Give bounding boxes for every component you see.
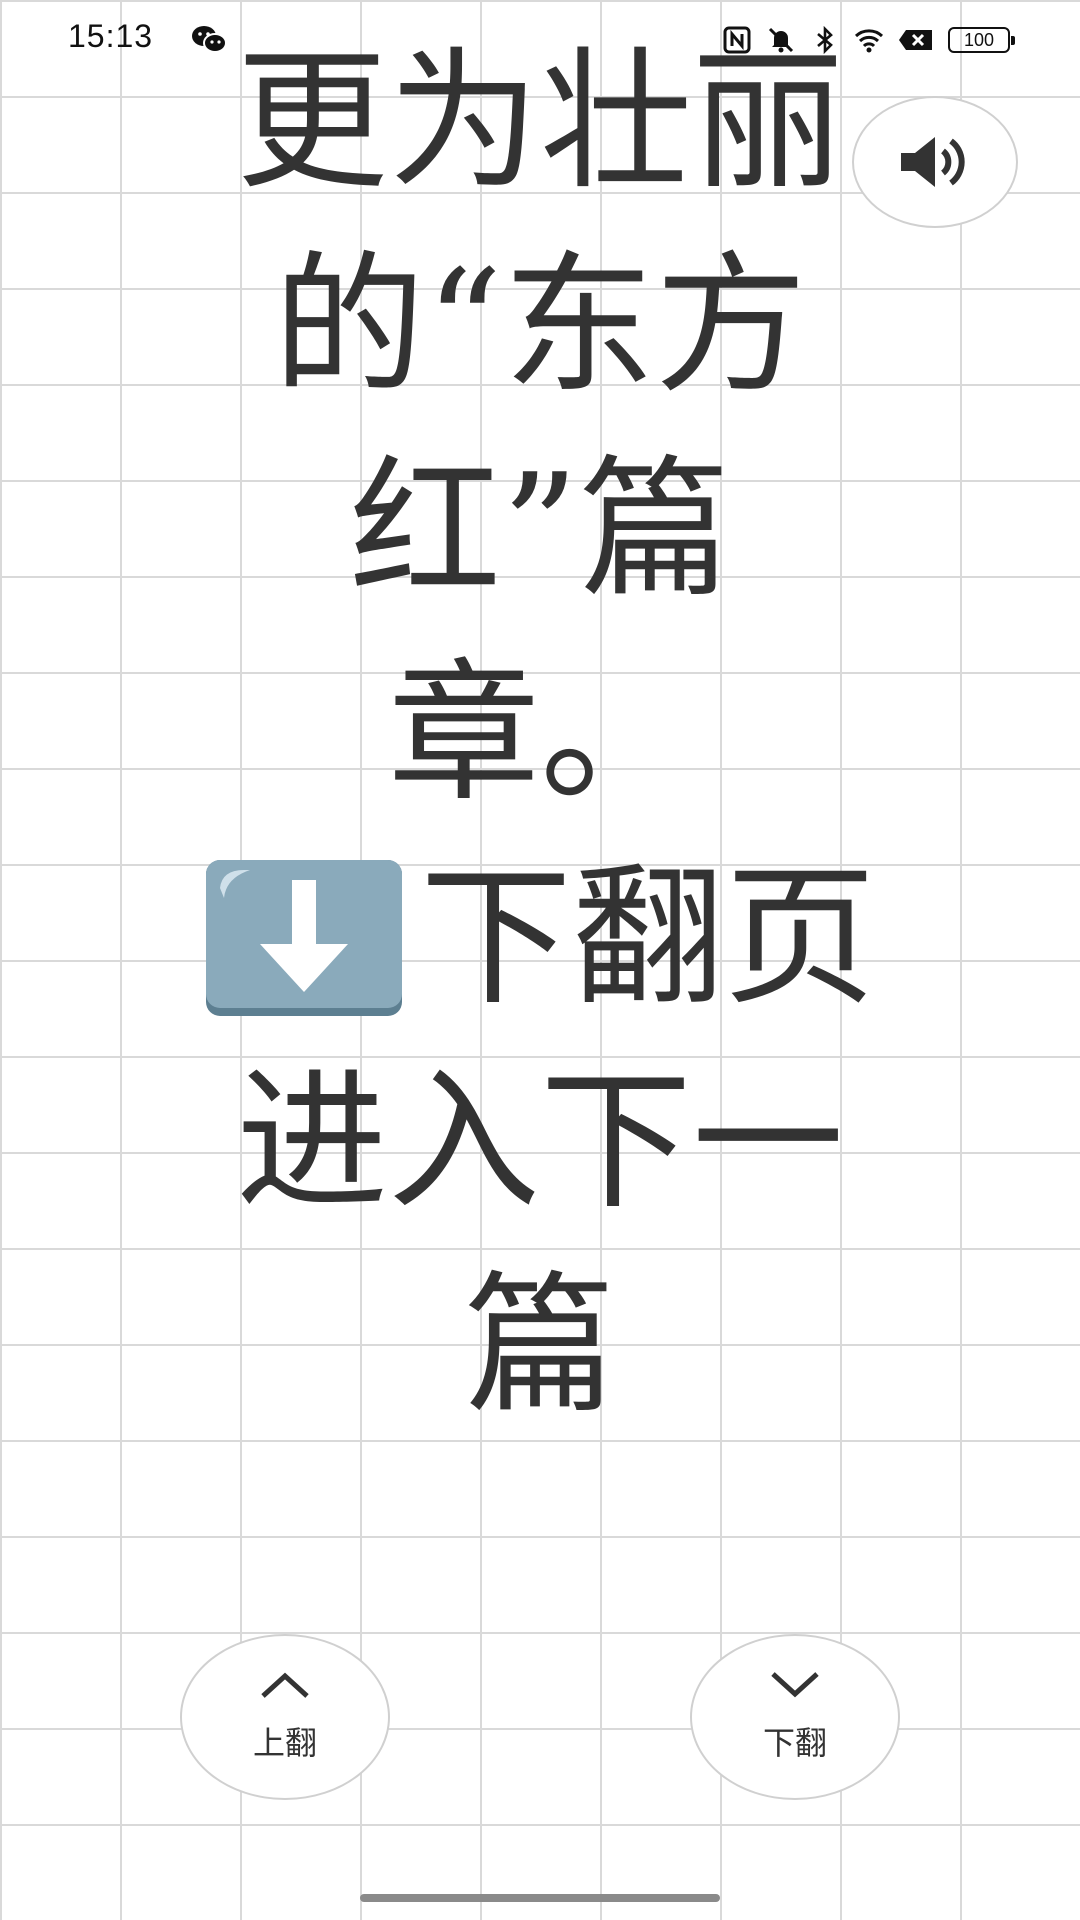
reading-content: 更为壮丽 的“东方 红”篇 章。 下翻页 进入下一 篇 xyxy=(170,20,910,1448)
battery-level: 100 xyxy=(963,29,995,50)
status-time: 15:13 xyxy=(68,18,154,54)
page-up-label: 上翻 xyxy=(252,1724,317,1762)
down-arrow-emoji xyxy=(206,860,402,1016)
wechat-icon xyxy=(192,26,227,53)
chevron-down-icon xyxy=(771,1672,819,1698)
status-bar: 15:13 100 xyxy=(0,0,1080,80)
content-line: 的“东方 xyxy=(273,237,807,414)
home-indicator[interactable] xyxy=(360,1894,720,1902)
status-icons: 100 xyxy=(722,20,1015,60)
speaker-icon xyxy=(901,137,965,187)
content-line: 进入下一 xyxy=(236,1053,844,1230)
bluetooth-icon xyxy=(817,25,833,55)
next-page-text: 下翻页 xyxy=(420,849,876,1026)
nfc-icon xyxy=(723,26,751,54)
page-down-button[interactable]: 下翻 xyxy=(690,1634,900,1800)
content-line: 章。 xyxy=(388,645,692,822)
chevron-up-icon xyxy=(261,1672,309,1698)
wifi-icon xyxy=(854,29,884,53)
close-icon xyxy=(899,30,932,50)
speaker-button[interactable] xyxy=(852,96,1018,228)
next-page-hint: 下翻页 xyxy=(170,836,910,1040)
content-line: 红”篇 xyxy=(349,441,731,618)
page-down-label: 下翻 xyxy=(762,1724,827,1762)
page-up-button[interactable]: 上翻 xyxy=(180,1634,390,1800)
mute-bell-icon xyxy=(768,27,794,53)
content-line: 篇 xyxy=(464,1257,616,1434)
battery-icon: 100 xyxy=(948,27,1015,53)
